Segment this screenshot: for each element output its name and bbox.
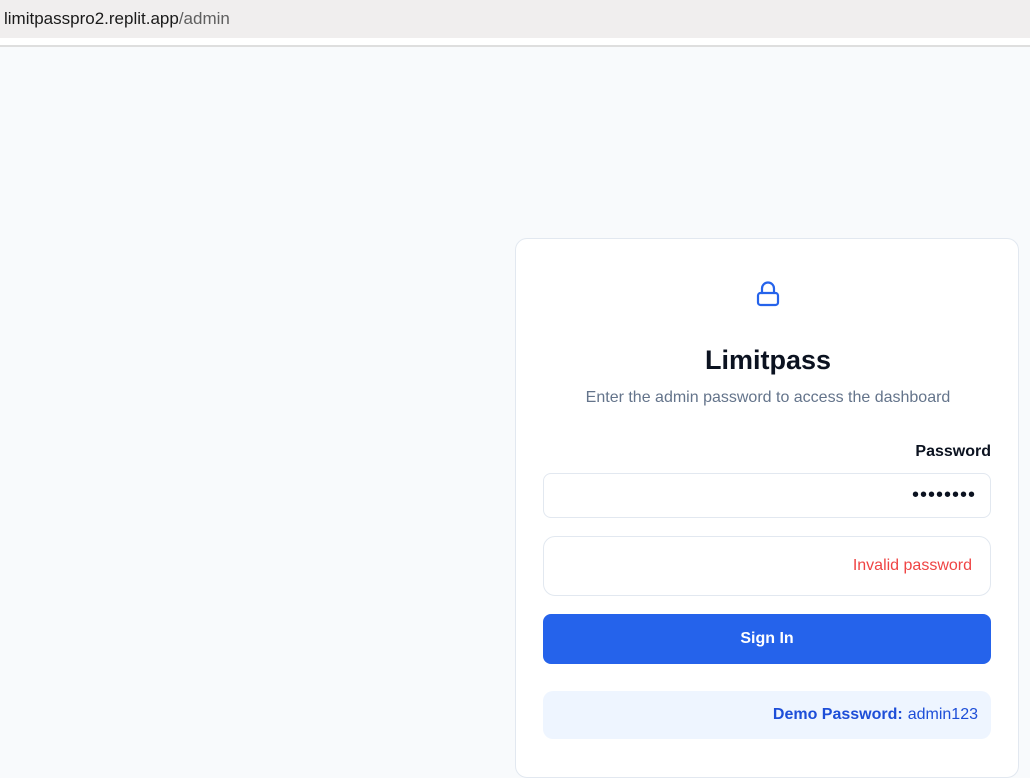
sign-in-button[interactable]: Sign In	[543, 614, 991, 664]
password-input[interactable]: ••••••••	[543, 473, 991, 518]
url-path: /admin	[178, 9, 230, 28]
page-subtitle: Enter the admin password to access the d…	[585, 389, 951, 406]
url-host: limitpasspro2.replit.app	[4, 9, 179, 28]
error-message: Invalid password	[543, 536, 991, 596]
lock-icon	[756, 281, 780, 307]
demo-password-label: Demo Password:	[772, 706, 903, 723]
demo-password-value: admin123	[907, 706, 978, 723]
page-title: Limitpass	[704, 345, 832, 375]
demo-password-hint: Demo Password: admin123	[543, 691, 991, 739]
password-label: Password	[915, 443, 991, 460]
login-card: Limitpass Enter the admin password to ac…	[515, 238, 1019, 778]
toolbar-divider	[0, 38, 1030, 47]
address-bar[interactable]: limitpasspro2.replit.app/admin	[0, 0, 1030, 38]
